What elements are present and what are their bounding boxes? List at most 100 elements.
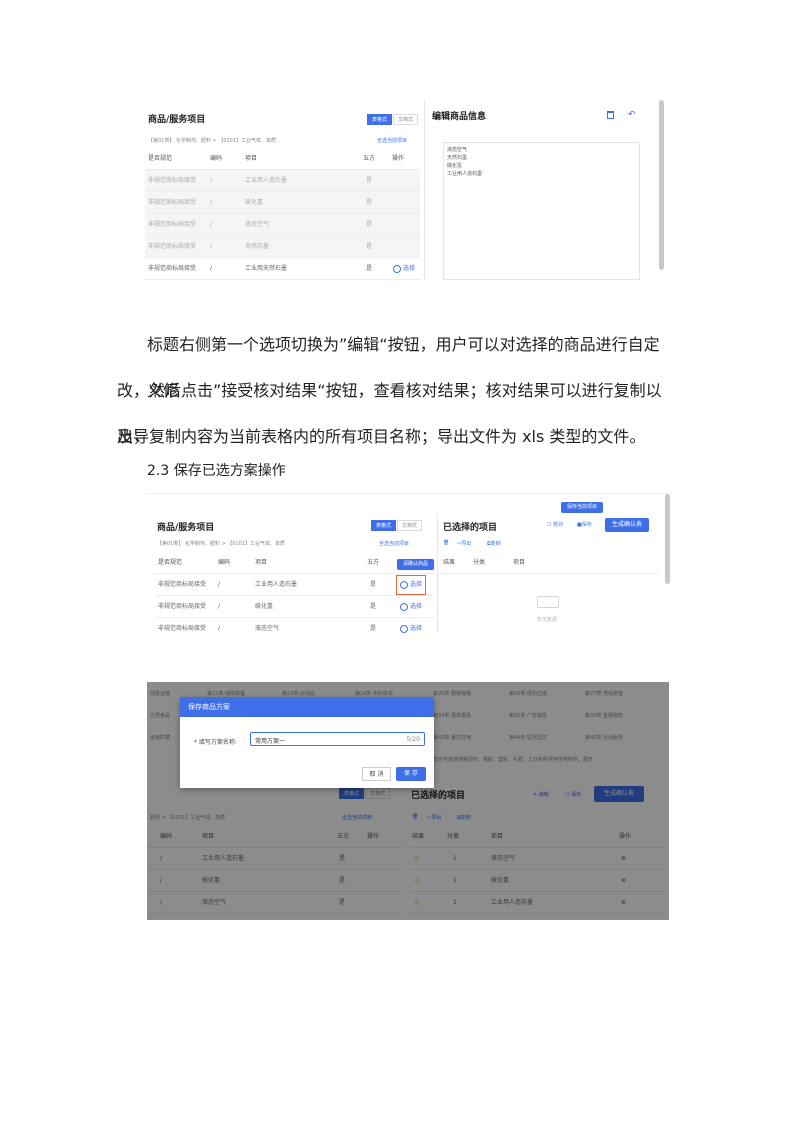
row-std: 非规范商标局接受 [148,221,197,228]
goods-table: 是否规范 编码 项目 五方 操作 非规范商标局接受 / 工业用人造石墨 是 非规… [145,148,420,280]
row-code: / [210,199,213,206]
table-row: 非规范商标局接受 / 工业用人造石墨 是 [145,170,420,192]
row-std: 非规范商标局接受 [148,177,197,184]
edit-line: 天然石墨 [447,155,468,161]
row-five: 是 [366,177,373,184]
panel-title-selected: 已选择的项目 [443,523,498,533]
scheme-name-label: * 填写方案名称: [194,739,237,746]
select-button[interactable]: 选择 [400,618,422,633]
col-item: 项目 [513,559,526,566]
plus-circle-icon [400,624,408,633]
col-result: 结果 [443,559,456,566]
scrollbar[interactable] [665,494,670,584]
col-std: 是否规范 [148,155,173,162]
tooltip-confirm-goods: 请确认商品 [397,559,434,570]
empty-text: 暂无数据 [537,617,558,623]
col-five: 五方 [367,559,380,566]
tab-document-format[interactable]: 文档式 [393,114,419,125]
check-button[interactable]: ☐ 核对 [547,521,563,528]
table-row: 非规范商标局接受 / 工业用人造石墨 是 选择 [155,574,435,596]
screenshot-saved-items: 保存当前项目 商品/服务项目 表格式 文档式 【第01类】 化学制剂、肥料 > … [147,493,672,633]
tooltip-save-current: 保存当前项目 [561,502,603,513]
dialog-header: 保存商品方案 [180,697,434,717]
table-row: 非规范商标局接受 / 硫化氢 是 选择 [155,596,435,618]
scheme-name-count: 5/20 [406,736,420,743]
table-row: 非规范商标局接受 / 硫化氢 是 [145,192,420,214]
dialog-title: 保存商品方案 [188,703,230,711]
row-five: 是 [370,581,377,588]
col-item: 项目 [255,559,268,566]
row-code: / [210,177,213,184]
row-code: / [210,221,213,228]
row-code: / [218,625,221,632]
col-item: 项目 [245,155,258,162]
edit-line: 液态空气 [447,147,468,153]
row-code: / [218,603,221,610]
row-item: 硫化氢 [255,603,274,610]
row-item: 液态空气 [245,221,270,228]
panel-title-goods: 商品/服务项目 [157,523,215,533]
row-std: 非规范商标局接受 [148,265,197,272]
copy-button[interactable]: ⧉复制 [487,540,501,547]
select-label: 选择 [403,265,416,272]
edit-line: 工业用人造石墨 [447,171,483,177]
row-std: 非规范商标局接受 [148,243,197,250]
row-std: 非规范商标局接受 [148,199,197,206]
tab-document-format[interactable]: 文档式 [397,520,423,531]
table-row: 非规范商标局接受 / 天然石墨 是 [145,236,420,258]
col-code: 编码 [218,559,231,566]
cancel-button[interactable]: 取 消 [362,767,391,781]
export-button[interactable]: ⇨导出 [457,540,471,547]
select-button[interactable]: 选择 [396,575,427,595]
row-std: 非规范商标局接受 [158,603,207,610]
table-header: 是否规范 编码 项目 五方 [155,552,435,574]
check-icon: ☐ [547,522,552,528]
row-code: / [218,581,221,588]
row-code: / [210,243,213,250]
select-all-link[interactable]: 全选当前项目 [377,137,407,144]
row-std: 非规范商标局接受 [158,581,207,588]
col-op: 操作 [392,155,405,162]
undo-icon[interactable]: ↶ [628,110,636,120]
select-button[interactable]: 选择 [393,258,415,280]
plus-circle-icon [400,602,408,611]
row-item: 液态空气 [255,625,280,632]
delete-icon[interactable]: 🗑 [443,540,449,546]
plus-circle-icon [393,264,401,273]
tab-table-format[interactable]: 表格式 [367,114,393,125]
select-button[interactable]: 选择 [400,596,422,618]
row-five: 是 [366,243,373,250]
table-row: 非规范商标局接受 / 液态空气 是 [145,214,420,236]
delete-icon[interactable] [607,111,614,119]
row-five: 是 [370,625,377,632]
tab-table-format[interactable]: 表格式 [371,520,397,531]
goods-table: 是否规范 编码 项目 五方 请确认商品 非规范商标局接受 / 工业用人造石墨 是… [155,552,435,633]
panel-title-goods: 商品/服务项目 [148,115,206,125]
edit-textarea[interactable]: 液态空气 天然石墨 硫化氢 工业用人造石墨 [443,142,640,280]
row-item: 工业用天然石墨 [245,265,288,272]
plus-circle-icon [400,580,408,589]
row-item: 天然石墨 [245,243,270,250]
select-label: 选择 [410,625,423,632]
export-label: 导出 [461,541,472,547]
divider [424,100,425,280]
screenshot-save-scheme: 前景运输 第22类 绳网袋篷 第23类 纱线丝 第24类 布料床单 第25类 服… [147,682,669,920]
select-label: 选择 [410,581,423,588]
save-confirm-button[interactable]: 保 存 [396,767,426,781]
save-button[interactable]: ■保存 [577,521,592,528]
screenshot-edit-goods: 商品/服务项目 表格式 文档式 【第01类】 化学制剂、肥料 > 【0101】工… [145,100,665,280]
scrollbar[interactable] [659,100,664,270]
select-all-link[interactable]: 全选当前项目 [379,540,409,547]
scheme-name-input[interactable]: 常用方案一 5/20 [250,732,425,746]
table-header: 是否规范 编码 项目 五方 操作 [145,148,420,170]
row-item: 硫化氢 [245,199,264,206]
table-row: 非规范商标局接受 / 液态空气 是 选择 [155,618,435,633]
selected-table-header: 结果 分类 项目 操作 [441,552,659,574]
row-five: 是 [370,603,377,610]
row-code: / [210,265,213,272]
check-label: 核对 [553,522,564,528]
section-heading: 2.3 保存已选方案操作 [147,463,286,479]
generate-confirm-button[interactable]: 生成确认表 [605,518,649,532]
row-five: 是 [366,199,373,206]
table-row: 非规范商标局接受 / 工业用天然石墨 是 选择 [145,258,420,280]
